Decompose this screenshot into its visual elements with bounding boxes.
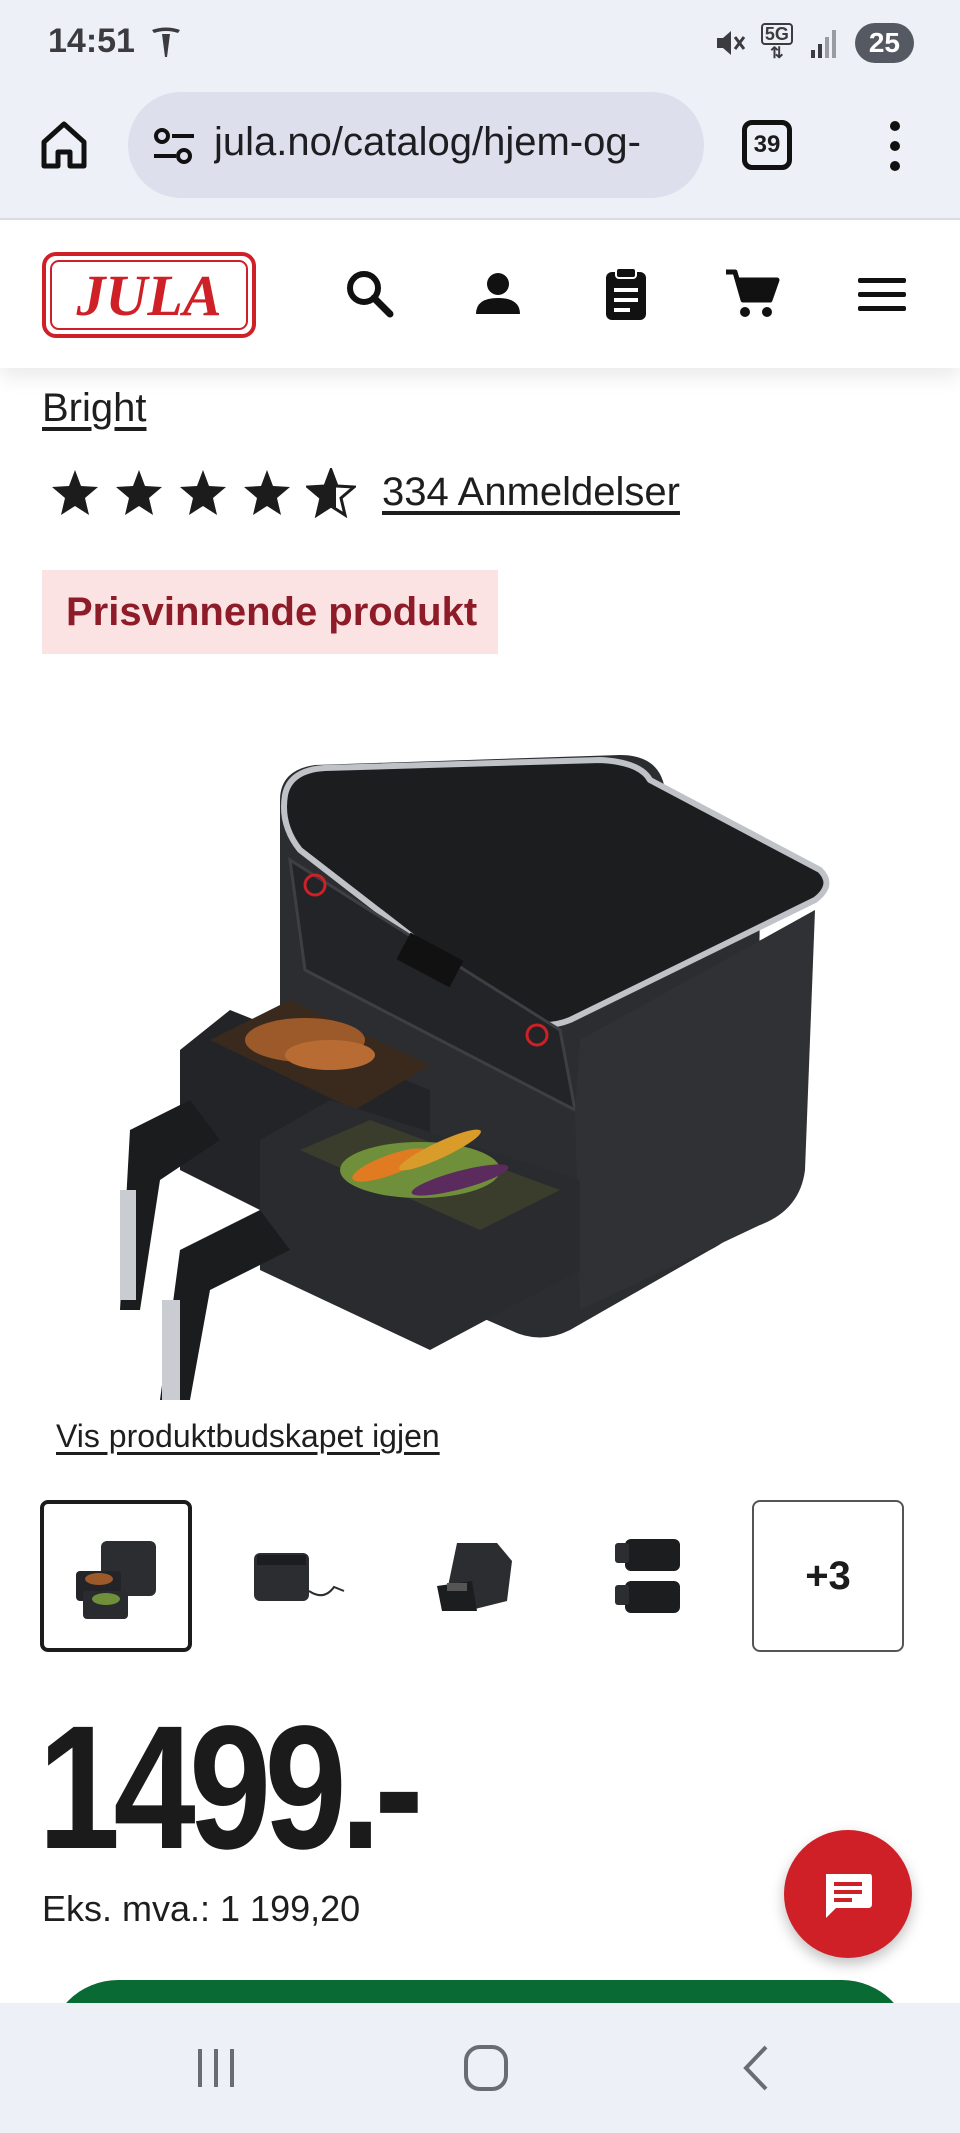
jula-logo[interactable]: JULA (42, 252, 256, 338)
reviews-link[interactable]: 334 Anmeldelser (382, 470, 680, 515)
product-image[interactable] (100, 710, 860, 1400)
more-images-label: +3 (805, 1553, 851, 1598)
status-bar: 14:51 5G ⇅ 25 (0, 0, 960, 86)
thumbnail-4[interactable] (574, 1500, 726, 1652)
account-icon[interactable] (468, 264, 528, 324)
star-icon (116, 470, 162, 515)
airfryer-closed-icon (254, 1553, 345, 1601)
shopping-list-icon[interactable] (596, 264, 656, 324)
tab-count: 39 (753, 131, 781, 158)
home-circle-icon[interactable] (456, 2043, 516, 2093)
system-nav-bar (0, 2003, 960, 2133)
thumbnail-3[interactable] (396, 1500, 548, 1652)
award-badge-label: Prisvinnende produkt (66, 589, 478, 634)
tabs-icon[interactable]: 39 (742, 120, 792, 170)
star-icon (180, 470, 226, 515)
battery-icon: 25 (854, 23, 914, 63)
battery-level: 25 (868, 27, 900, 58)
product-brand-link[interactable]: Bright (42, 386, 147, 431)
hamburger-menu-icon[interactable] (852, 264, 912, 324)
star-half-icon (306, 468, 356, 518)
baskets-icon (615, 1539, 680, 1613)
star-icon (52, 470, 98, 515)
recents-icon[interactable] (186, 2043, 246, 2093)
tesla-icon (152, 27, 180, 57)
5g-icon: 5G ⇅ (760, 23, 793, 63)
more-images-button[interactable]: +3 (752, 1500, 904, 1652)
browser-toolbar: jula.no/catalog/hjem-og- 39 (0, 86, 960, 220)
thumbnail-1[interactable] (40, 1500, 192, 1652)
chat-icon (826, 1874, 872, 1918)
back-icon[interactable] (726, 2043, 786, 2093)
price-excl-vat: Eks. mva.: 1 199,20 (42, 1888, 361, 1929)
search-icon[interactable] (340, 264, 400, 324)
site-settings-icon[interactable] (150, 122, 198, 170)
more-vert-icon[interactable] (880, 116, 910, 176)
home-icon[interactable] (36, 116, 92, 172)
award-badge: Prisvinnende produkt (42, 570, 498, 654)
cart-icon[interactable] (722, 264, 782, 324)
star-icon (244, 470, 290, 515)
thumbnail-2[interactable] (218, 1500, 370, 1652)
site-header: JULA (0, 222, 960, 368)
show-message-again-link[interactable]: Vis produktbudskapet igjen (56, 1418, 440, 1455)
url-text[interactable]: jula.no/catalog/hjem-og- (214, 120, 690, 165)
product-price: 1499.- (38, 1690, 424, 1886)
airfryer-open-icon (76, 1541, 156, 1619)
rating-stars (50, 468, 356, 518)
image-thumbnails: +3 (40, 1500, 904, 1652)
status-time: 14:51 (48, 22, 135, 60)
mute-icon (716, 31, 746, 55)
address-bar[interactable]: jula.no/catalog/hjem-og- (128, 92, 704, 198)
signal-icon (810, 30, 836, 58)
network-label: 5G (760, 23, 793, 45)
chat-button[interactable] (784, 1830, 912, 1958)
logo-text: JULA (76, 263, 222, 328)
airfryer-angle-icon (437, 1543, 512, 1611)
